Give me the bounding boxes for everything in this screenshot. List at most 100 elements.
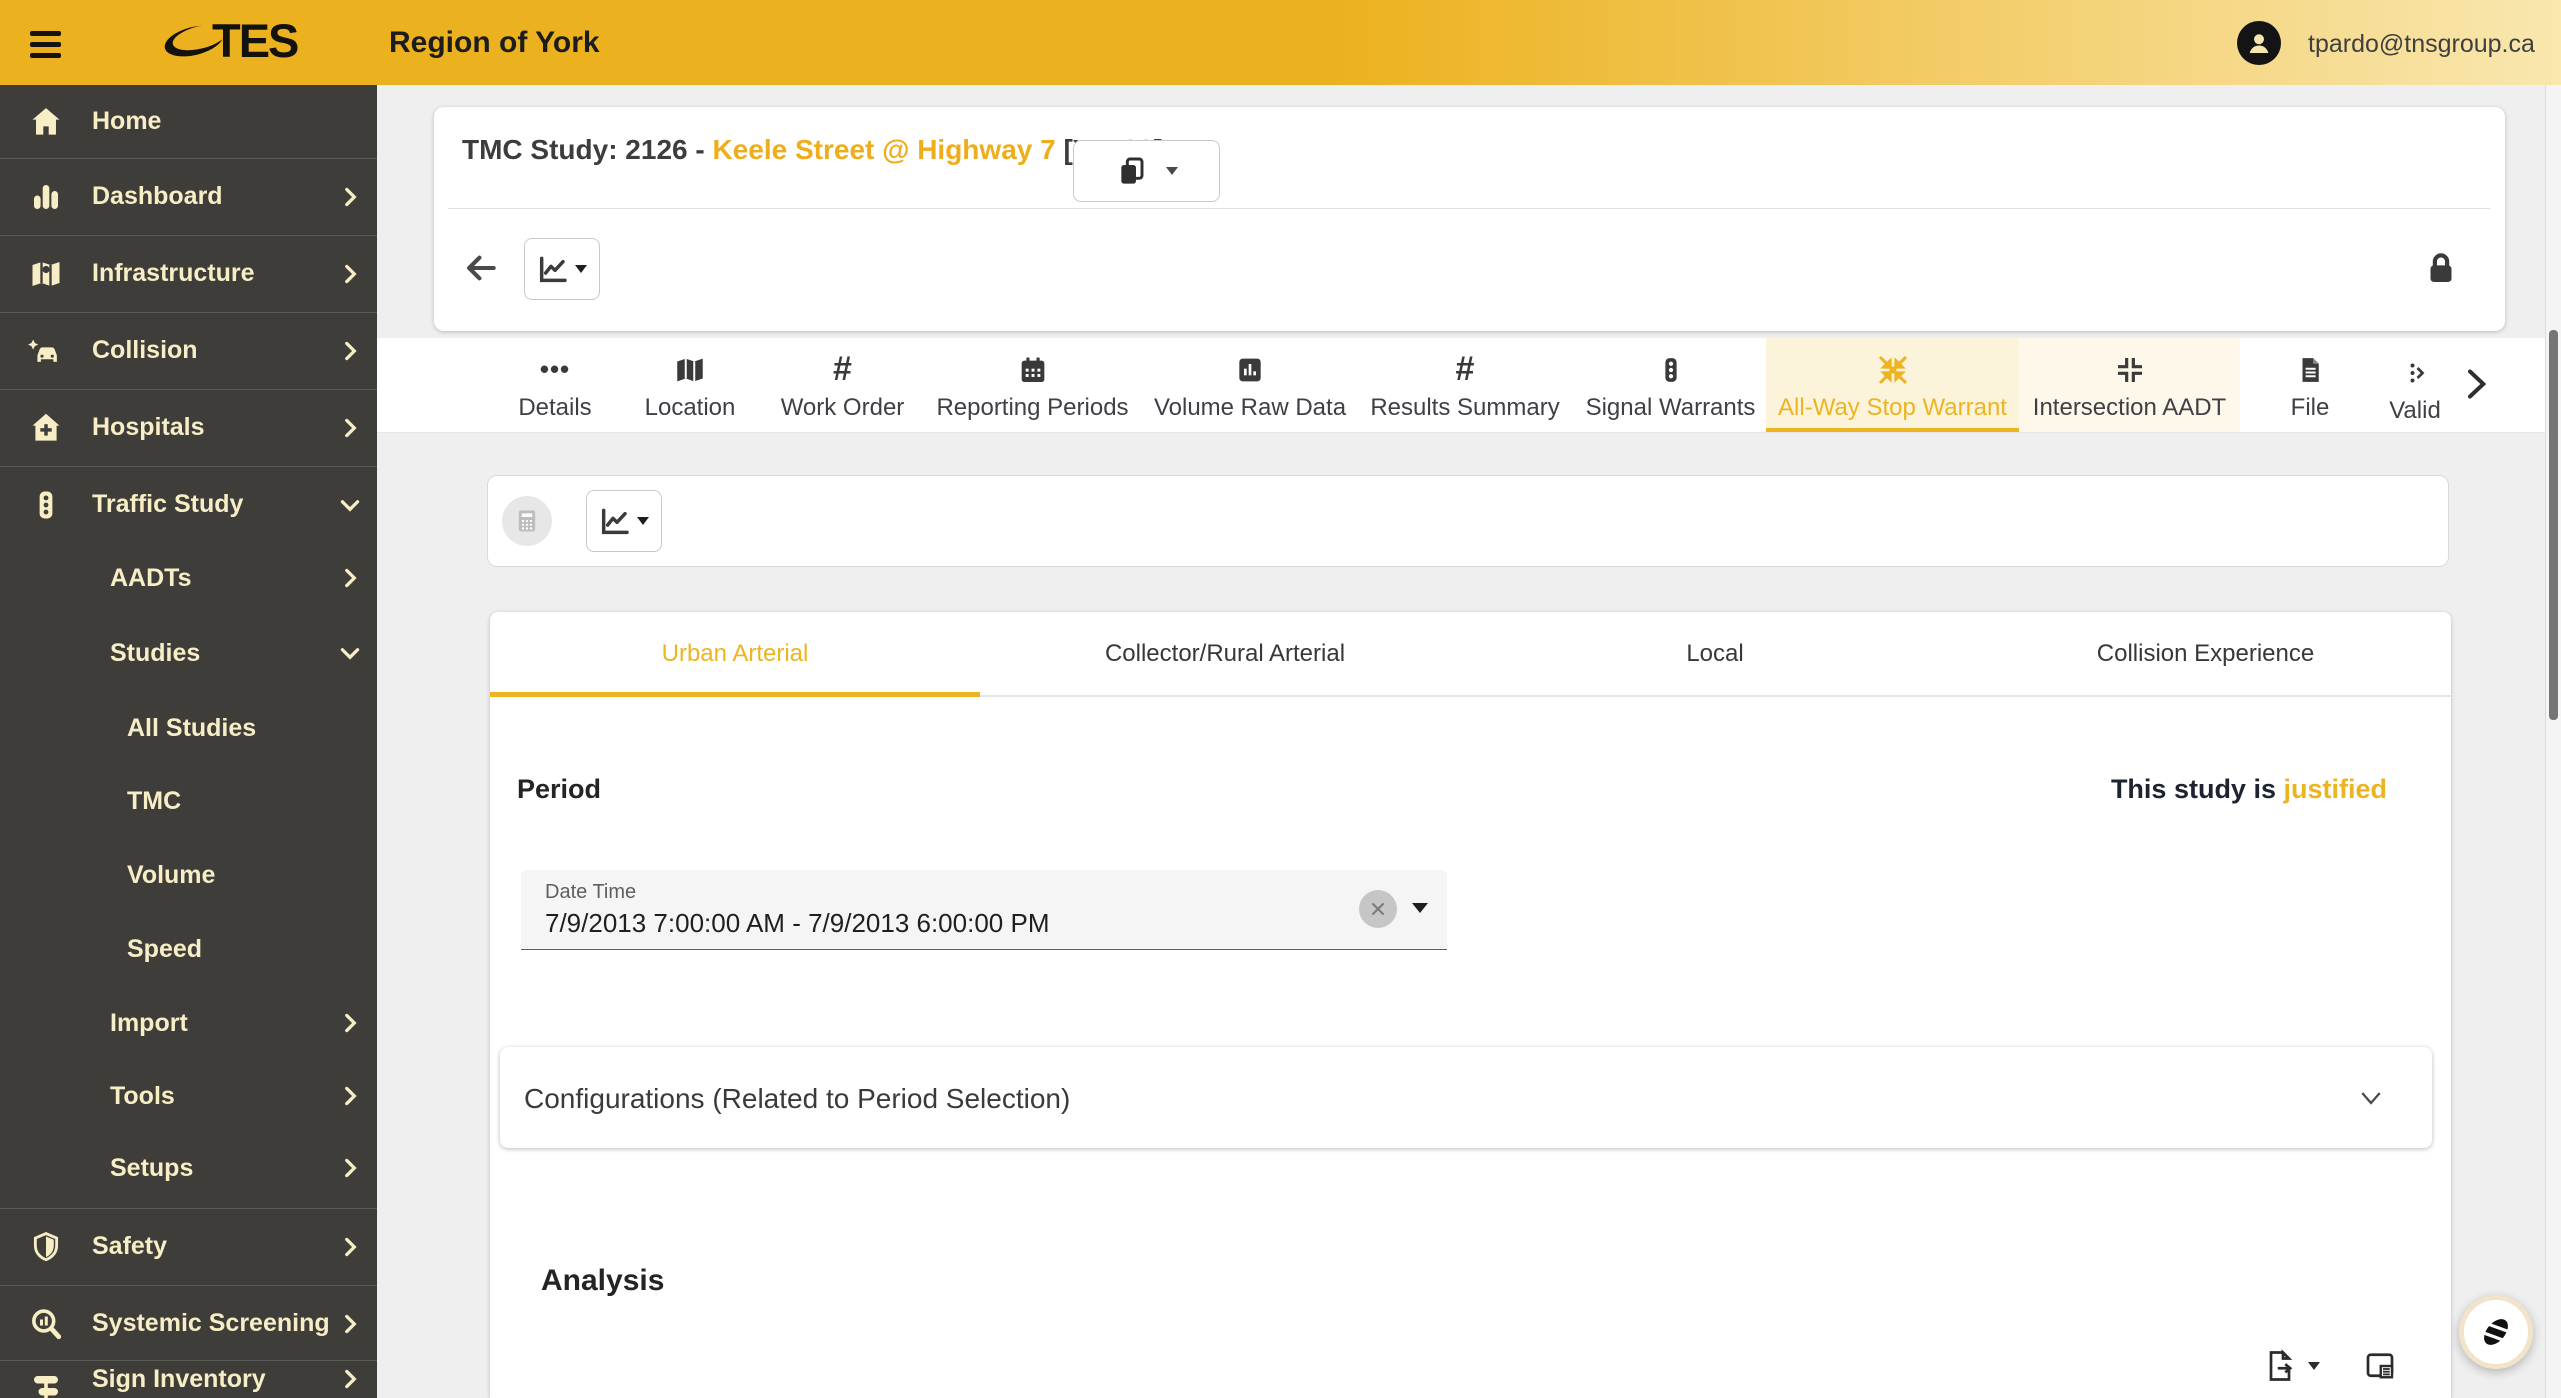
sidebar-nav: Home Dashboard Infrastructure Collision … bbox=[0, 85, 377, 1398]
study-title-prefix: TMC Study: 2126 - bbox=[462, 134, 713, 165]
tab-details[interactable]: ••• Details bbox=[500, 338, 610, 432]
map-icon bbox=[26, 254, 66, 294]
sidebar-item-home[interactable]: Home bbox=[0, 85, 377, 158]
page-scrollbar-thumb[interactable] bbox=[2549, 330, 2558, 720]
tab-validation-truncated[interactable]: Valid bbox=[2375, 338, 2455, 432]
sidebar-item-systemic-screening[interactable]: Systemic Screening bbox=[0, 1285, 377, 1362]
sidebar-item-tools[interactable]: Tools bbox=[0, 1061, 377, 1131]
line-chart-icon bbox=[539, 256, 567, 283]
hash-icon: # bbox=[833, 350, 852, 388]
lock-indicator bbox=[2420, 247, 2462, 294]
sidebar-item-tmc[interactable]: TMC bbox=[0, 766, 377, 836]
justification-status: This study is justified bbox=[2110, 774, 2387, 804]
sidebar-item-collision[interactable]: Collision bbox=[0, 312, 377, 389]
back-button[interactable] bbox=[462, 249, 500, 292]
datetime-dropdown-caret-icon[interactable] bbox=[1412, 903, 1428, 913]
report-frame-icon[interactable] bbox=[2362, 1348, 2398, 1384]
sign-icon bbox=[26, 1368, 66, 1398]
warrant-subtab-bar: Urban Arterial Collector/Rural Arterial … bbox=[490, 612, 2451, 697]
subtab-urban-arterial[interactable]: Urban Arterial bbox=[490, 612, 980, 695]
clear-datetime-button[interactable] bbox=[1359, 890, 1397, 928]
traffic-light-icon bbox=[1656, 349, 1686, 391]
chevron-right-icon bbox=[2468, 369, 2487, 399]
tab-location[interactable]: Location bbox=[630, 338, 750, 432]
chevron-down-icon[interactable] bbox=[2356, 1083, 2386, 1113]
configurations-accordion[interactable]: Configurations (Related to Period Select… bbox=[500, 1047, 2432, 1148]
sidebar-item-setups[interactable]: Setups bbox=[0, 1133, 377, 1203]
justified-value: justified bbox=[2283, 774, 2387, 804]
validation-icon bbox=[2400, 352, 2430, 394]
chart-dropdown-caret-icon[interactable] bbox=[637, 517, 649, 525]
header-divider bbox=[448, 208, 2490, 209]
user-email[interactable]: tpardo@tnsgroup.ca bbox=[2308, 30, 2535, 59]
tab-volume-raw-data[interactable]: Volume Raw Data bbox=[1150, 338, 1350, 432]
tab-signal-warrants[interactable]: Signal Warrants bbox=[1575, 338, 1766, 432]
sidebar-item-studies[interactable]: Studies bbox=[0, 618, 377, 688]
sidebar-item-dashboard[interactable]: Dashboard bbox=[0, 158, 377, 235]
chevron-right-icon bbox=[345, 1086, 357, 1106]
subtab-collector-rural-arterial[interactable]: Collector/Rural Arterial bbox=[980, 612, 1470, 695]
sidebar-item-volume[interactable]: Volume bbox=[0, 840, 377, 910]
copy-dropdown-caret-icon[interactable] bbox=[1165, 167, 1178, 175]
sidebar-item-traffic-study[interactable]: Traffic Study bbox=[0, 466, 377, 543]
sidebar-item-hospitals[interactable]: Hospitals bbox=[0, 389, 377, 466]
sidebar-item-speed[interactable]: Speed bbox=[0, 914, 377, 984]
person-icon bbox=[2249, 34, 2269, 53]
corner-brackets-icon bbox=[2114, 349, 2146, 391]
chevron-right-icon bbox=[345, 1158, 357, 1178]
chart-dropdown-caret-icon[interactable] bbox=[575, 265, 587, 273]
analysis-actions bbox=[2262, 1348, 2398, 1384]
sidebar-item-sign-inventory[interactable]: Sign Inventory bbox=[0, 1360, 377, 1398]
subtab-local[interactable]: Local bbox=[1470, 612, 1960, 695]
calendar-icon bbox=[1017, 349, 1049, 391]
details-dots-icon: ••• bbox=[539, 354, 571, 384]
file-icon bbox=[2295, 349, 2325, 391]
sidebar-item-infrastructure[interactable]: Infrastructure bbox=[0, 235, 377, 312]
period-heading: Period bbox=[517, 774, 602, 804]
hospital-icon bbox=[26, 408, 66, 448]
sidebar-item-aadts[interactable]: AADTs bbox=[0, 543, 377, 613]
traffic-light-icon bbox=[26, 485, 66, 525]
sidebar-item-safety[interactable]: Safety bbox=[0, 1208, 377, 1285]
tab-reporting-periods[interactable]: Reporting Periods bbox=[920, 338, 1145, 432]
chart-view-button[interactable] bbox=[586, 490, 662, 552]
sidebar-item-all-studies[interactable]: All Studies bbox=[0, 693, 377, 763]
export-dropdown-caret-icon[interactable] bbox=[2308, 1362, 2320, 1370]
chevron-down-icon bbox=[340, 648, 360, 660]
sidebar-item-import[interactable]: Import bbox=[0, 988, 377, 1058]
tab-file[interactable]: File bbox=[2265, 338, 2355, 432]
calculate-button[interactable] bbox=[502, 496, 552, 546]
configurations-title: Configurations (Related to Period Select… bbox=[524, 1083, 1071, 1114]
study-tab-bar: ••• Details Location # Work Order Report… bbox=[377, 338, 2545, 433]
copy-study-button[interactable] bbox=[1073, 140, 1220, 202]
datetime-value[interactable]: 7/9/2013 7:00:00 AM - 7/9/2013 6:00:00 P… bbox=[545, 908, 1049, 939]
chart-view-button[interactable] bbox=[524, 238, 600, 300]
warrant-toolbar bbox=[487, 475, 2449, 567]
hamburger-menu-icon[interactable] bbox=[30, 31, 61, 58]
page-scrollbar-track[interactable] bbox=[2545, 85, 2561, 1398]
tab-results-summary[interactable]: # Results Summary bbox=[1365, 338, 1565, 432]
collision-icon bbox=[26, 331, 66, 371]
warrant-content-card: Urban Arterial Collector/Rural Arterial … bbox=[490, 612, 2451, 1398]
chevron-right-icon bbox=[345, 1237, 357, 1256]
chevron-right-icon bbox=[345, 418, 357, 437]
tes-logo[interactable]: TES bbox=[160, 11, 299, 71]
user-avatar[interactable] bbox=[2237, 21, 2281, 65]
logo-text: TES bbox=[212, 14, 299, 67]
export-file-icon[interactable] bbox=[2262, 1348, 2298, 1384]
subtab-collision-experience[interactable]: Collision Experience bbox=[1960, 612, 2451, 695]
tab-work-order[interactable]: # Work Order bbox=[765, 338, 920, 432]
lock-icon bbox=[2430, 253, 2452, 282]
analysis-heading: Analysis bbox=[541, 1264, 665, 1297]
tab-scroll-right-button[interactable] bbox=[2455, 364, 2495, 409]
chevron-right-icon bbox=[345, 341, 357, 360]
region-title: Region of York bbox=[389, 26, 600, 59]
tab-intersection-aadt[interactable]: Intersection AADT bbox=[2019, 338, 2240, 432]
bar-chart-icon bbox=[1234, 349, 1266, 391]
floating-assistant-button[interactable] bbox=[2459, 1295, 2533, 1369]
study-header-card: TMC Study: 2126 - Keele Street @ Highway… bbox=[434, 107, 2505, 331]
active-tab-underline bbox=[1766, 428, 2019, 432]
home-icon bbox=[26, 102, 66, 142]
tab-all-way-stop-warrant[interactable]: All-Way Stop Warrant bbox=[1766, 338, 2019, 432]
datetime-picker[interactable]: Date Time 7/9/2013 7:00:00 AM - 7/9/2013… bbox=[521, 870, 1447, 950]
